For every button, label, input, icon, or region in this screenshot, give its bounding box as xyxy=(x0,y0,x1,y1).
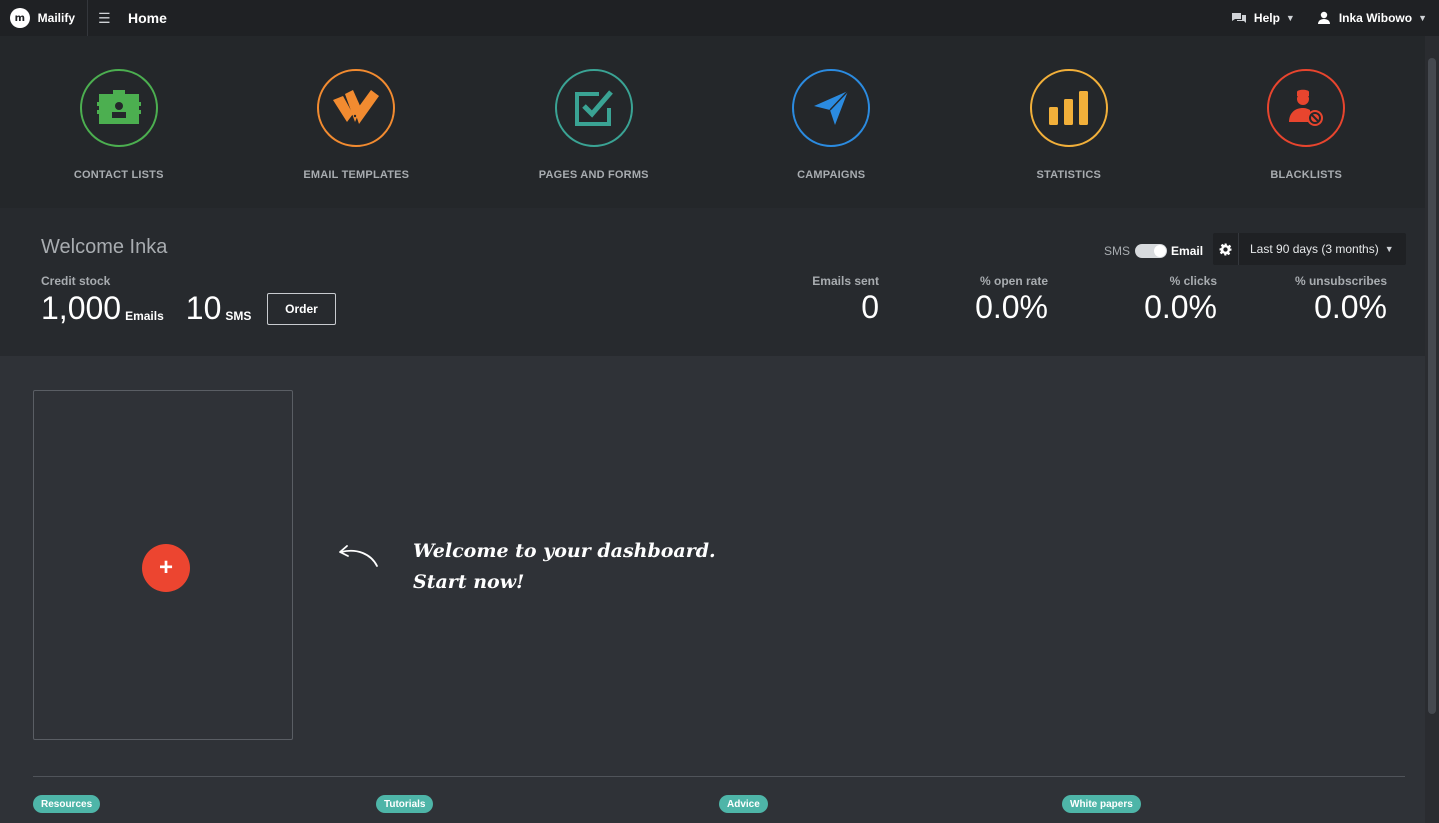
help-menu[interactable]: Help ▼ xyxy=(1231,11,1295,25)
statistics-circle xyxy=(1029,69,1108,147)
hamburger-menu-icon[interactable]: ☰ xyxy=(98,10,112,27)
chevron-down-icon: ▼ xyxy=(1418,13,1427,23)
stat-value: 0 xyxy=(861,289,879,325)
credit-stock-label: Credit stock xyxy=(41,274,111,288)
pages-and-forms-circle xyxy=(554,69,633,147)
module-pages-and-forms[interactable]: PAGES AND FORMS xyxy=(475,36,713,208)
module-shortcuts: CONTACT LISTS EMAIL TEMPLATES PAGES AND … xyxy=(0,36,1425,208)
stat-label: % unsubscribes xyxy=(1294,274,1387,288)
add-widget-button[interactable]: + xyxy=(142,544,190,592)
user-icon xyxy=(1317,11,1330,24)
add-widget-card[interactable]: + xyxy=(33,390,293,740)
stat-label: Emails sent xyxy=(812,274,879,288)
stat-emails-sent: Emails sent 0 xyxy=(812,274,879,326)
stat-open-rate: % open rate 0.0% xyxy=(975,274,1048,326)
templates-icon xyxy=(333,90,380,124)
module-blacklists[interactable]: BLACKLISTS xyxy=(1188,36,1426,208)
contact-card-icon xyxy=(96,90,141,124)
module-statistics[interactable]: STATISTICS xyxy=(950,36,1188,208)
settings-button[interactable] xyxy=(1213,233,1239,265)
tag-white-papers[interactable]: White papers xyxy=(1062,795,1141,813)
help-label: Help xyxy=(1253,11,1280,25)
top-bar: m Mailify ☰ Home Help ▼ Inka Wibowo ▼ xyxy=(0,0,1439,36)
toggle-email-label: Email xyxy=(1171,244,1204,258)
user-menu[interactable]: Inka Wibowo ▼ xyxy=(1317,11,1427,25)
checkbox-icon xyxy=(574,90,613,126)
module-label: CONTACT LISTS xyxy=(73,169,164,181)
stat-value: 0.0% xyxy=(1314,289,1387,325)
tag-resources[interactable]: Resources xyxy=(33,795,101,813)
dashboard-area: + Welcome to your dashboard. Start now! … xyxy=(0,356,1425,823)
module-label: CAMPAIGNS xyxy=(797,169,866,181)
stat-unsubscribes: % unsubscribes 0.0% xyxy=(1295,274,1387,326)
sms-credit-unit: SMS xyxy=(225,309,252,323)
welcome-hint: Welcome to your dashboard. Start now! xyxy=(413,536,716,598)
stat-value: 0.0% xyxy=(1144,289,1217,325)
welcome-heading: Welcome Inka xyxy=(41,236,168,258)
order-button[interactable]: Order xyxy=(267,293,336,325)
user-name: Inka Wibowo xyxy=(1338,11,1413,25)
brand-name: Mailify xyxy=(37,11,75,25)
credit-stock: 1,000 Emails 10 SMS xyxy=(41,290,251,326)
toggle-switch[interactable] xyxy=(1135,244,1168,258)
toggle-sms-label: SMS xyxy=(1104,244,1131,258)
scrollbar-thumb[interactable] xyxy=(1428,58,1436,714)
module-email-templates[interactable]: EMAIL TEMPLATES xyxy=(238,36,476,208)
stat-clicks: % clicks 0.0% xyxy=(1144,274,1217,326)
email-templates-circle xyxy=(317,69,396,147)
contact-lists-circle xyxy=(79,69,158,147)
module-label: STATISTICS xyxy=(1036,169,1102,181)
brand[interactable]: m Mailify xyxy=(0,0,88,36)
campaigns-circle xyxy=(792,69,871,147)
hint-line-1: Welcome to your dashboard. xyxy=(413,540,716,562)
mailify-logo-icon: m xyxy=(10,8,30,28)
module-label: PAGES AND FORMS xyxy=(538,169,649,181)
toggle-knob xyxy=(1154,245,1167,257)
emails-credit-unit: Emails xyxy=(125,309,164,323)
curved-arrow-icon xyxy=(339,545,378,567)
chevron-down-icon: ▼ xyxy=(1285,13,1295,23)
period-value: Last 90 days (3 months) xyxy=(1250,242,1379,256)
module-label: BLACKLISTS xyxy=(1270,169,1343,181)
stat-value: 0.0% xyxy=(975,289,1048,325)
paper-plane-icon xyxy=(814,90,849,125)
chevron-down-icon: ▼ xyxy=(1384,244,1394,254)
period-dropdown[interactable]: Last 90 days (3 months) ▼ xyxy=(1239,233,1406,265)
module-contact-lists[interactable]: CONTACT LISTS xyxy=(0,36,238,208)
bar-chart-icon xyxy=(1048,91,1088,125)
emails-credit-value: 1,000 xyxy=(41,290,122,326)
blocked-user-icon xyxy=(1289,89,1324,126)
tag-advice[interactable]: Advice xyxy=(719,795,768,813)
stats-panel: Welcome Inka Credit stock 1,000 Emails 1… xyxy=(0,208,1425,356)
sms-credit-value: 10 xyxy=(185,290,222,326)
tag-tutorials[interactable]: Tutorials xyxy=(376,795,434,813)
gear-icon xyxy=(1219,243,1232,255)
page-title: Home xyxy=(128,10,167,26)
section-divider xyxy=(33,776,1405,777)
channel-toggle[interactable]: SMS Email xyxy=(1104,244,1203,258)
module-label: EMAIL TEMPLATES xyxy=(303,169,410,181)
hint-line-2: Start now! xyxy=(413,571,525,593)
period-selector: Last 90 days (3 months) ▼ xyxy=(1213,233,1406,265)
blacklists-circle xyxy=(1267,69,1346,147)
stat-label: % open rate xyxy=(979,274,1048,288)
stat-label: % clicks xyxy=(1169,274,1217,288)
vertical-scrollbar[interactable] xyxy=(1425,36,1439,823)
chat-bubbles-icon xyxy=(1231,13,1246,23)
module-campaigns[interactable]: CAMPAIGNS xyxy=(713,36,951,208)
